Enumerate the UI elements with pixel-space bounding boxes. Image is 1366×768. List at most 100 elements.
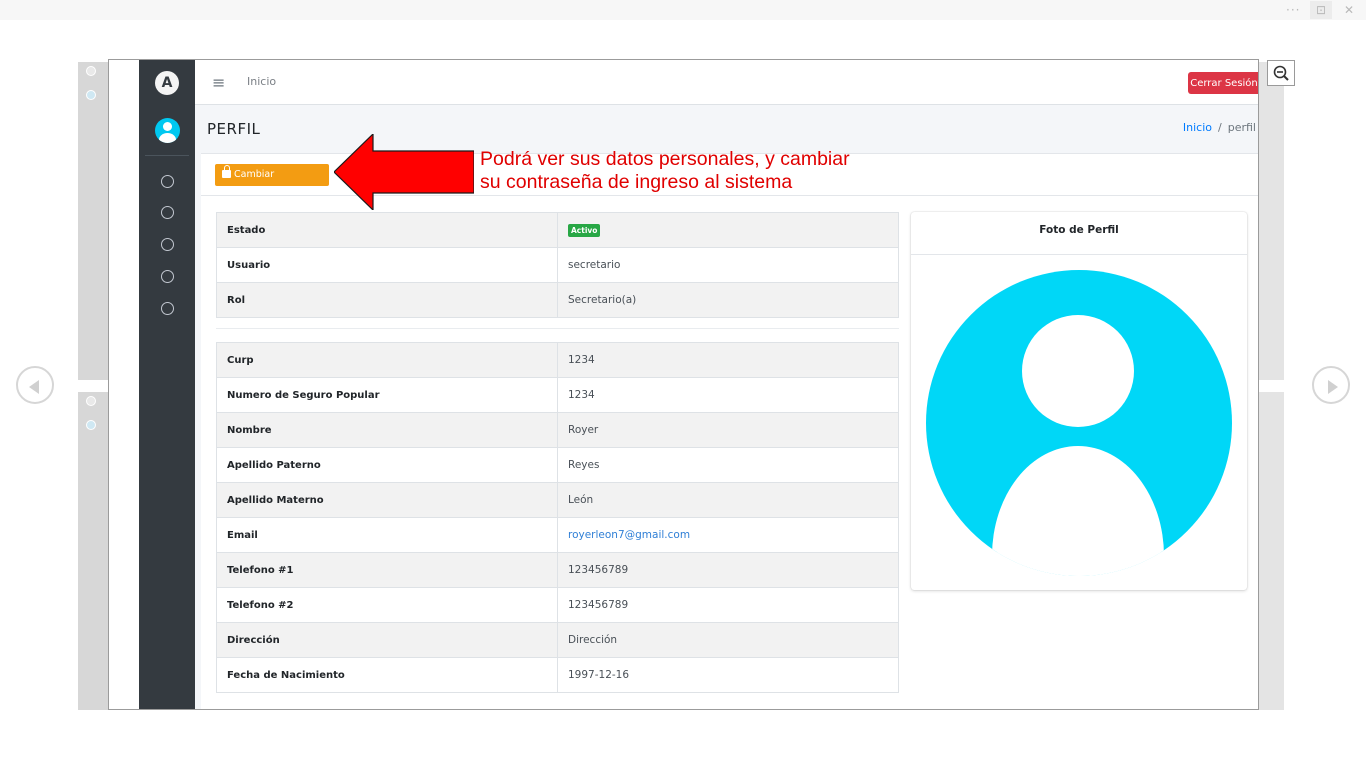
field-value: 1234 (568, 354, 595, 366)
table-row: Usuario secretario (216, 247, 899, 283)
table-row: Curp 1234 (216, 342, 899, 378)
field-value: León (568, 494, 594, 506)
app-logo[interactable]: A (155, 71, 179, 95)
sidebar-item-4-circle-icon[interactable] (161, 270, 174, 283)
frame-margin (109, 60, 139, 709)
zoom-out-button[interactable] (1267, 60, 1295, 86)
table-row: Nombre Royer (216, 412, 899, 448)
table-row: Estado Activo (216, 212, 899, 248)
field-value: Royer (568, 424, 599, 436)
table-row: Numero de Seguro Popular 1234 (216, 377, 899, 413)
sidebar-divider (145, 155, 189, 156)
arrow-right-icon (1328, 380, 1338, 394)
annotation-line-2: su contraseña de ingreso al sistema (480, 171, 793, 193)
viewer-toolbar: ··· ⊡ ✕ (0, 0, 1366, 20)
field-value: 1234 (568, 389, 595, 401)
field-value-cell: Secretario(a) (557, 282, 899, 318)
field-value-cell: León (557, 482, 899, 518)
arrow-left-icon (29, 380, 39, 394)
field-value-cell: Activo (557, 212, 899, 248)
field-label: Telefono #1 (216, 552, 558, 588)
table-row: Dirección Dirección (216, 622, 899, 658)
profile-photo-card: Foto de Perfil (911, 212, 1247, 590)
lock-icon (222, 165, 231, 178)
sidebar-item-2-circle-icon[interactable] (161, 206, 174, 219)
next-slide-button[interactable] (1312, 366, 1350, 404)
logout-button[interactable]: Cerrar Sesión (1188, 72, 1258, 94)
field-label: Email (216, 517, 558, 553)
avatar-body (159, 133, 176, 143)
email-link[interactable]: royerleon7@gmail.com (568, 529, 690, 541)
table-row: Telefono #1 123456789 (216, 552, 899, 588)
field-value: Reyes (568, 459, 600, 471)
sidebar: A (139, 60, 195, 709)
close-icon[interactable]: ✕ (1344, 1, 1354, 19)
zoom-out-icon (1273, 65, 1289, 81)
field-value-cell: 123456789 (557, 552, 899, 588)
page-title: PERFIL (207, 120, 261, 138)
field-value-cell: 1234 (557, 342, 899, 378)
field-value: 1997-12-16 (568, 669, 630, 681)
profile-photo-title: Foto de Perfil (911, 212, 1247, 255)
field-label: Estado (216, 212, 558, 248)
menu-toggle-icon[interactable]: ≡ (212, 73, 225, 92)
field-value-cell: secretario (557, 247, 899, 283)
more-options-button[interactable]: ··· (1286, 1, 1300, 19)
change-password-button[interactable]: Cambiar contraseña (215, 164, 329, 202)
field-label: Apellido Materno (216, 482, 558, 518)
ghost-avatar-icon (86, 420, 96, 430)
field-value: secretario (568, 259, 621, 271)
sidebar-item-1-circle-icon[interactable] (161, 175, 174, 188)
nav-link-inicio[interactable]: Inicio (247, 75, 276, 88)
field-value-cell: royerleon7@gmail.com (557, 517, 899, 553)
personal-data-table: Curp 1234 Numero de Seguro Popular 1234 Nomb… (216, 342, 899, 693)
field-label: Rol (216, 282, 558, 318)
table-row: Rol Secretario(a) (216, 282, 899, 318)
top-navbar: ≡ Inicio Cerrar Sesión (195, 60, 1258, 105)
table-separator (216, 328, 899, 329)
field-label: Fecha de Nacimiento (216, 657, 558, 693)
field-label: Apellido Paterno (216, 447, 558, 483)
annotation-line-1: Podrá ver sus datos personales, y cambia… (480, 148, 850, 170)
table-row: Apellido Paterno Reyes (216, 447, 899, 483)
account-table: Estado Activo Usuario secretario Rol Secretar… (216, 212, 899, 318)
annotation-text: Podrá ver sus datos personales, y cambia… (480, 148, 850, 194)
field-label: Usuario (216, 247, 558, 283)
annotation-arrow-icon (334, 134, 474, 210)
status-badge: Activo (568, 223, 601, 237)
field-value-cell: Reyes (557, 447, 899, 483)
field-value: Secretario(a) (568, 294, 637, 306)
breadcrumb: Inicio / perfil (1183, 121, 1256, 134)
fit-screen-icon[interactable]: ⊡ (1310, 1, 1332, 19)
field-value-cell: 1997-12-16 (557, 657, 899, 693)
sidebar-item-3-circle-icon[interactable] (161, 238, 174, 251)
field-label: Dirección (216, 622, 558, 658)
field-value: 123456789 (568, 564, 629, 576)
breadcrumb-home-link[interactable]: Inicio (1183, 121, 1212, 134)
field-label: Telefono #2 (216, 587, 558, 623)
profile-photo-avatar-icon (926, 270, 1232, 576)
table-row: Fecha de Nacimiento 1997-12-16 (216, 657, 899, 693)
field-value: Dirección (568, 634, 618, 646)
sidebar-item-5-circle-icon[interactable] (161, 302, 174, 315)
field-label: Curp (216, 342, 558, 378)
field-label: Nombre (216, 412, 558, 448)
field-label: Numero de Seguro Popular (216, 377, 558, 413)
ghost-avatar-icon (86, 90, 96, 100)
table-row: Email royerleon7@gmail.com (216, 517, 899, 553)
field-value-cell: Royer (557, 412, 899, 448)
previous-slide-button[interactable] (16, 366, 54, 404)
breadcrumb-separator: / (1218, 121, 1222, 134)
ghost-logo-icon (86, 396, 96, 406)
table-row: Apellido Materno León (216, 482, 899, 518)
breadcrumb-current: perfil (1227, 121, 1256, 134)
ghost-logo-icon (86, 66, 96, 76)
field-value-cell: 1234 (557, 377, 899, 413)
field-value-cell: 123456789 (557, 587, 899, 623)
user-avatar-icon[interactable] (155, 118, 180, 143)
field-value: 123456789 (568, 599, 629, 611)
profile-card: Cambiar contraseña Estado Activo Usuario se… (201, 153, 1258, 709)
field-value-cell: Dirección (557, 622, 899, 658)
table-row: Telefono #2 123456789 (216, 587, 899, 623)
avatar-head (163, 122, 172, 131)
